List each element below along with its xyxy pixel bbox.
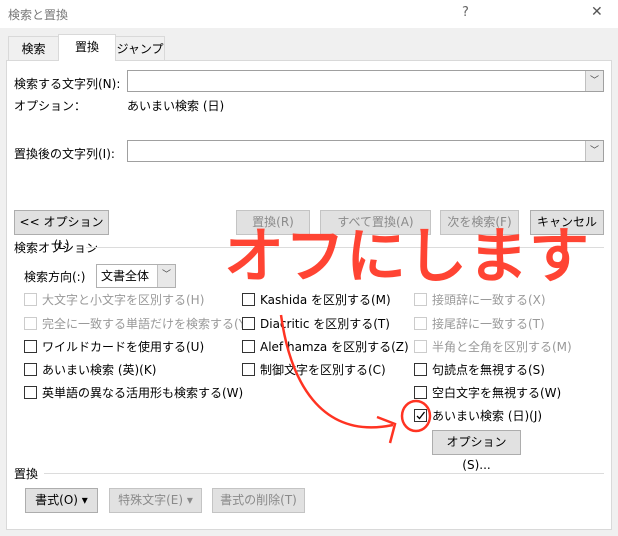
annotation-arrow	[279, 314, 394, 429]
annotation-arrowhead	[376, 415, 397, 444]
tab-replace[interactable]: 置換	[58, 34, 116, 61]
annotation-circle	[400, 399, 432, 433]
annotation-overlay	[279, 314, 432, 444]
